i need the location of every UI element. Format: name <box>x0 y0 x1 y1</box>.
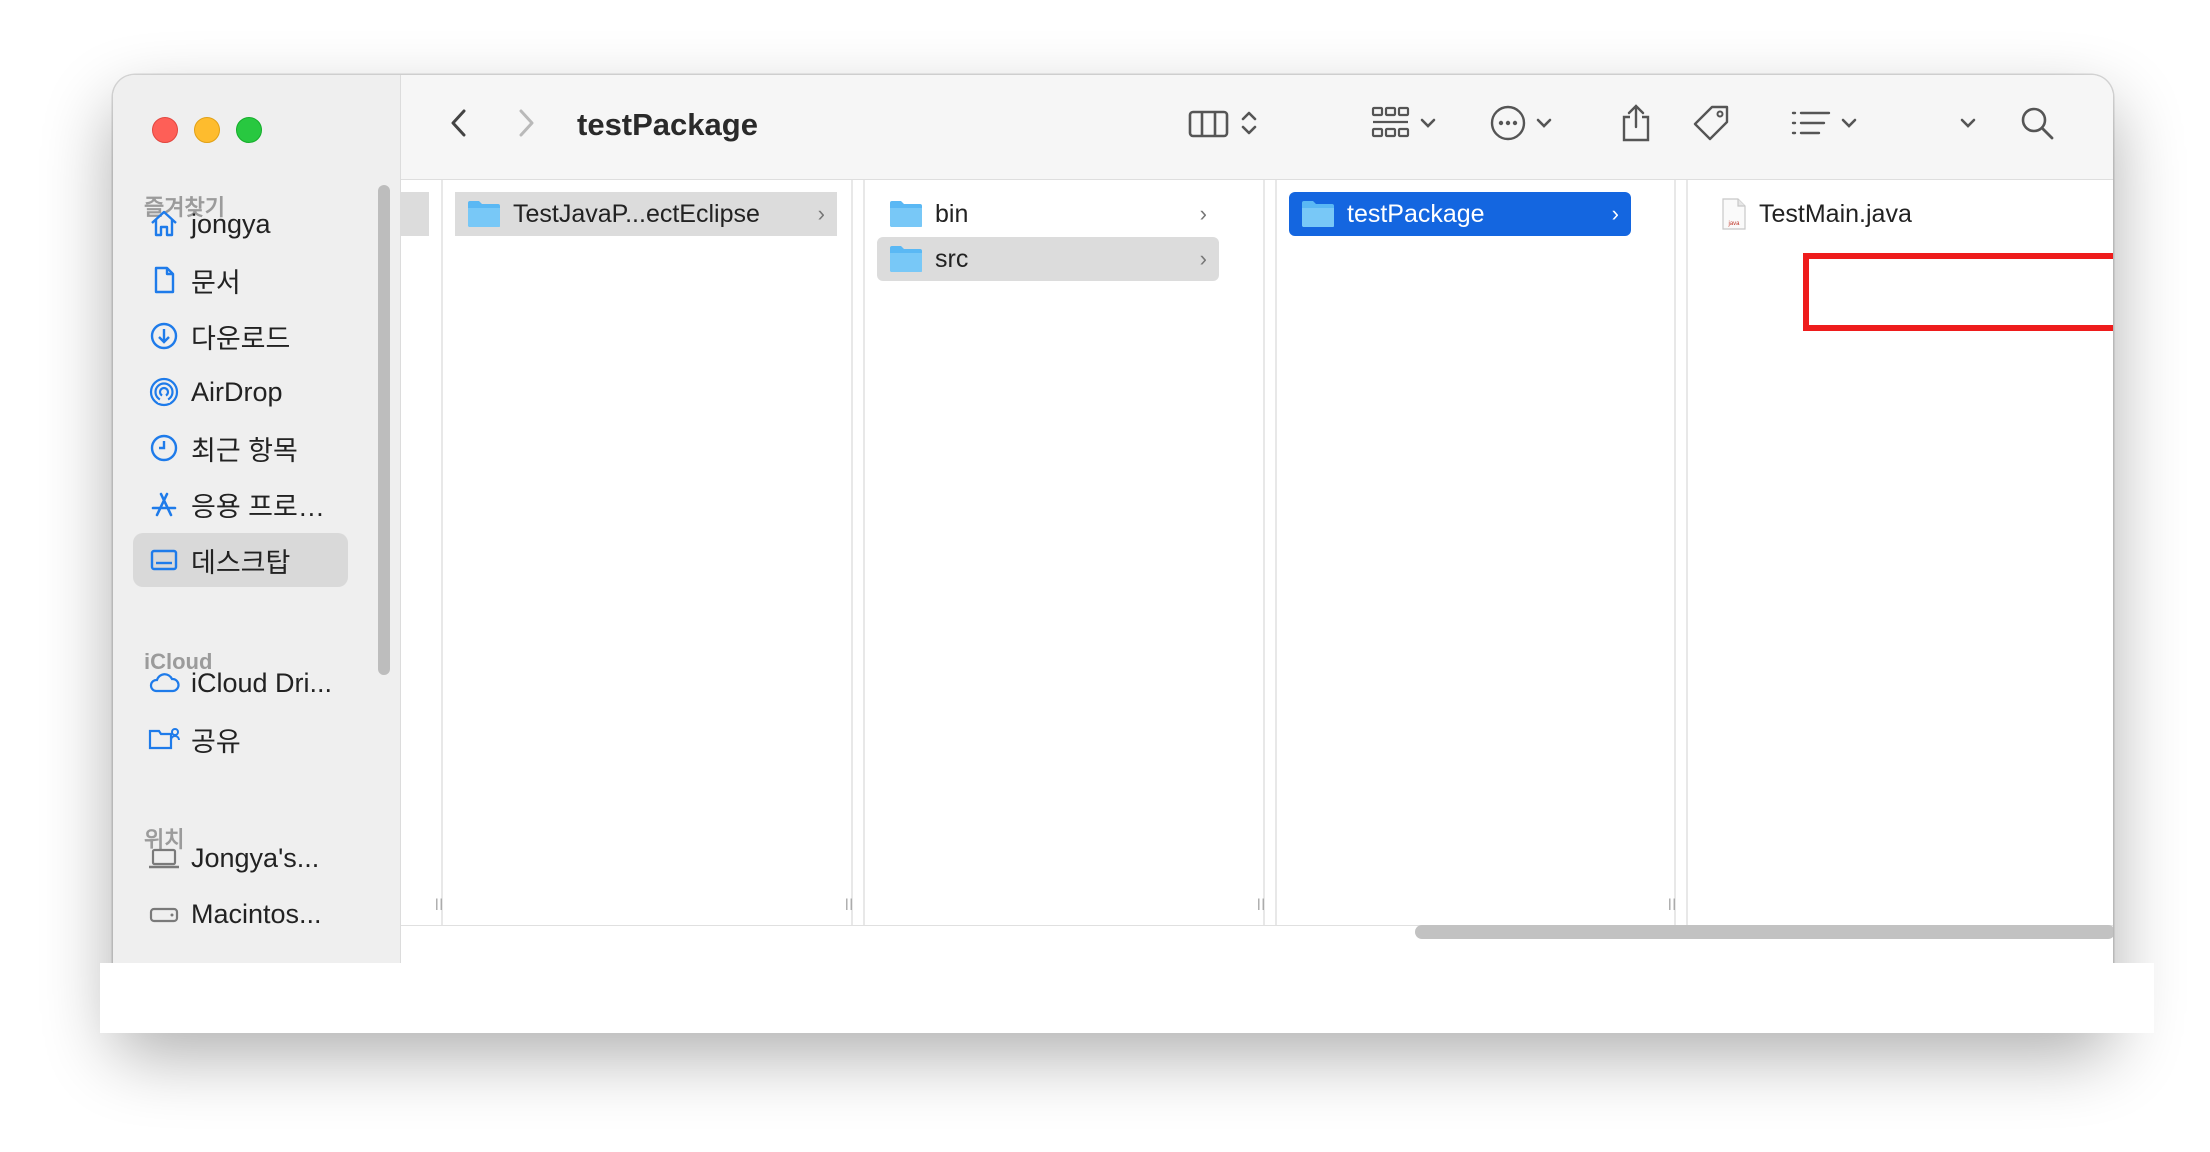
toolbar-overflow-button[interactable] <box>1948 97 1988 153</box>
sidebar-item-documents[interactable]: 문서 <box>133 253 348 307</box>
chevron-right-icon: › <box>1611 201 1619 226</box>
chevron-down-icon <box>1419 116 1437 135</box>
tag-icon <box>1692 103 1732 148</box>
sidebar-item-desktop[interactable]: 데스크탑 <box>133 533 348 587</box>
column-divider <box>1686 180 1688 925</box>
folder-icon <box>1301 200 1335 228</box>
column-divider[interactable] <box>851 180 853 925</box>
group-icon <box>1371 106 1411 145</box>
airdrop-icon <box>147 375 181 409</box>
sidebar-item-macintosh-hd[interactable]: Macintos... <box>133 887 348 941</box>
tag-button[interactable] <box>1687 97 1737 153</box>
folder-icon <box>889 245 923 273</box>
group-button[interactable] <box>1359 97 1449 153</box>
sidebar-item-airdrop[interactable]: AirDrop <box>133 365 348 419</box>
chevron-down-icon <box>1840 116 1858 135</box>
sidebar-item-downloads[interactable]: 다운로드 <box>133 309 348 363</box>
list-item-folder[interactable]: TestJavaP...ectEclipse › <box>455 192 837 236</box>
column-resize-handle[interactable]: ll <box>435 897 444 915</box>
minimize-button[interactable] <box>194 117 220 143</box>
share-icon <box>1619 103 1653 148</box>
clock-icon <box>147 431 181 465</box>
zoom-button[interactable] <box>236 117 262 143</box>
search-button[interactable] <box>2012 97 2062 153</box>
column-resize-handle[interactable]: ll <box>1257 897 1266 915</box>
sidebar: 즐겨찾기 jongya 문서 다운로드 AirDrop 최근 항목 응용 프로…… <box>113 75 401 1025</box>
list-item-folder-selected[interactable]: testPackage › <box>1289 192 1631 236</box>
previous-column-row <box>401 192 429 236</box>
sort-button[interactable] <box>1779 97 1869 153</box>
sort-icon <box>1790 109 1832 142</box>
column-divider <box>863 180 865 925</box>
list-item-folder[interactable]: src › <box>877 237 1219 281</box>
sidebar-item-recents[interactable]: 최근 항목 <box>133 421 348 475</box>
search-icon <box>2019 105 2055 146</box>
document-icon <box>147 263 181 297</box>
column-divider <box>1275 180 1277 925</box>
chevron-updown-icon <box>1240 107 1258 144</box>
horizontal-scrollbar[interactable] <box>1415 925 2113 939</box>
forward-icon <box>516 107 536 144</box>
sidebar-item-applications[interactable]: 응용 프로… <box>133 477 348 531</box>
share-button[interactable] <box>1611 97 1661 153</box>
back-button[interactable] <box>439 97 479 153</box>
chevron-right-icon: › <box>1199 246 1207 271</box>
folder-icon <box>889 200 923 228</box>
toolbar: testPackage <box>401 75 2113 180</box>
chevron-right-icon: › <box>817 201 825 226</box>
java-file-badge: java <box>1727 221 1740 227</box>
back-icon <box>449 107 469 144</box>
chevron-right-icon: › <box>1199 201 1207 226</box>
java-file-icon: java <box>1721 198 1747 230</box>
window-controls <box>152 117 262 143</box>
column-divider[interactable] <box>1674 180 1676 925</box>
chevron-down-icon <box>1535 116 1553 135</box>
finder-window: 즐겨찾기 jongya 문서 다운로드 AirDrop 최근 항목 응용 프로…… <box>113 75 2113 1025</box>
sidebar-item-icloud-drive[interactable]: iCloud Dri... <box>133 656 348 710</box>
forward-button[interactable] <box>506 97 546 153</box>
sidebar-item-home[interactable]: jongya <box>133 197 348 251</box>
list-item-folder[interactable]: bin › <box>877 192 1219 236</box>
close-button[interactable] <box>152 117 178 143</box>
window-title: testPackage <box>577 107 758 142</box>
list-item-file[interactable]: java TestMain.java <box>1701 192 2061 236</box>
home-icon <box>147 207 181 241</box>
applications-icon <box>147 487 181 521</box>
annotation-highlight-box <box>1803 253 2113 331</box>
column-divider[interactable] <box>1263 180 1265 925</box>
column-view-icon <box>1188 107 1230 144</box>
cloud-icon <box>147 666 181 700</box>
download-icon <box>147 319 181 353</box>
laptop-icon <box>147 841 181 875</box>
desktop-icon <box>147 543 181 577</box>
column-resize-handle[interactable]: ll <box>845 897 854 915</box>
column-resize-handle[interactable]: ll <box>1668 897 1677 915</box>
more-icon <box>1489 104 1527 147</box>
action-button[interactable] <box>1476 97 1566 153</box>
view-mode-button[interactable] <box>1178 97 1268 153</box>
column-divider[interactable] <box>441 180 443 925</box>
sidebar-item-shared[interactable]: 공유 <box>133 712 348 766</box>
folder-icon <box>467 200 501 228</box>
shared-folder-icon <box>147 722 181 756</box>
chevron-down-icon <box>1959 116 1977 135</box>
disk-icon <box>147 897 181 931</box>
screenshot-crop-area <box>100 963 2154 1033</box>
sidebar-scrollbar[interactable] <box>378 185 390 675</box>
sidebar-item-macbook[interactable]: Jongya's... <box>133 831 348 885</box>
